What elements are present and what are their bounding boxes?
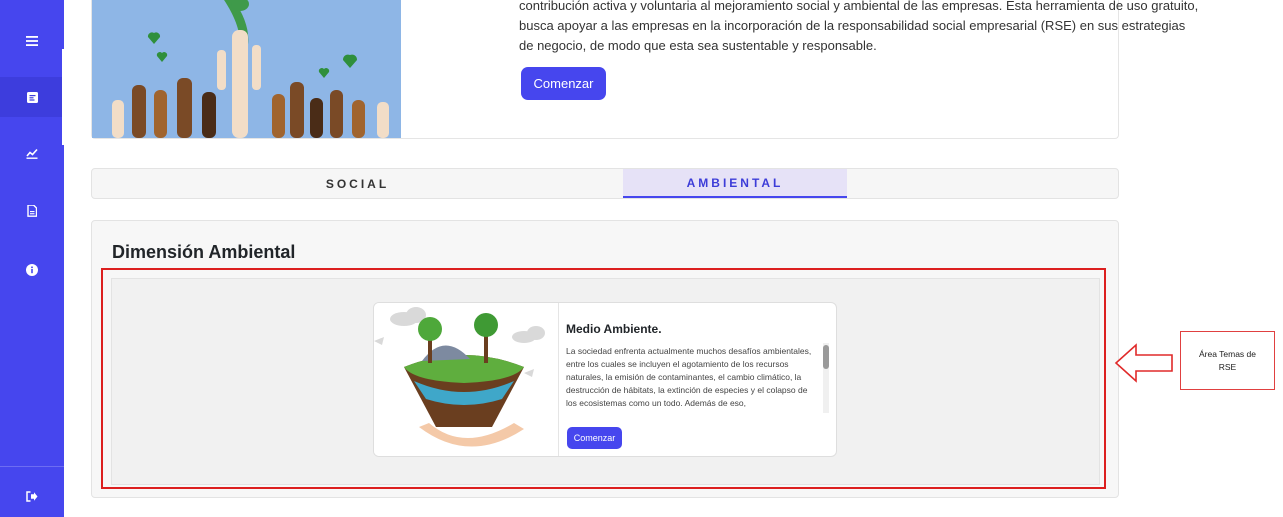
menu-toggle-button[interactable]: [0, 21, 64, 61]
sidebar: [0, 0, 64, 517]
hands-illustration: [92, 0, 401, 138]
logout-icon: [26, 490, 38, 502]
topic-title: Medio Ambiente.: [566, 322, 662, 336]
menu-icon: [26, 36, 38, 46]
environment-illustration: [374, 303, 559, 456]
annotation-label: Área Temas de RSE: [1198, 348, 1256, 372]
logout-button[interactable]: [0, 476, 64, 516]
topic-card-medio-ambiente: Medio Ambiente. La sociedad enfrenta act…: [373, 302, 837, 457]
intro-description: contribución activa y voluntaria al mejo…: [519, 0, 1199, 53]
tab-social[interactable]: SOCIAL: [92, 169, 623, 198]
topic-start-button[interactable]: Comenzar: [567, 427, 622, 449]
sidebar-divider: [0, 466, 64, 467]
left-arrow-icon: [1114, 343, 1173, 383]
sidebar-item-reports[interactable]: [0, 191, 64, 231]
dimension-title: Dimensión Ambiental: [112, 242, 296, 262]
sidebar-item-statistics[interactable]: [0, 133, 64, 173]
sidebar-item-forms[interactable]: [0, 49, 64, 145]
annotation-callout: Área Temas de RSE: [1180, 331, 1275, 390]
scrollbar-thumb[interactable]: [823, 345, 829, 369]
intro-start-button[interactable]: Comenzar: [521, 67, 606, 100]
topic-description: La sociedad enfrenta actualmente muchos …: [566, 346, 812, 408]
document-icon: [27, 205, 37, 217]
intro-card: contribución activa y voluntaria al mejo…: [91, 0, 1198, 139]
info-icon: [26, 264, 38, 276]
form-icon: [26, 91, 38, 103]
sidebar-item-info[interactable]: [0, 250, 64, 290]
tab-ambiental[interactable]: AMBIENTAL: [623, 169, 847, 198]
topic-description-scrollbar[interactable]: [823, 343, 829, 413]
chart-icon: [26, 148, 38, 159]
dimension-tabs: SOCIAL AMBIENTAL: [91, 168, 1119, 199]
